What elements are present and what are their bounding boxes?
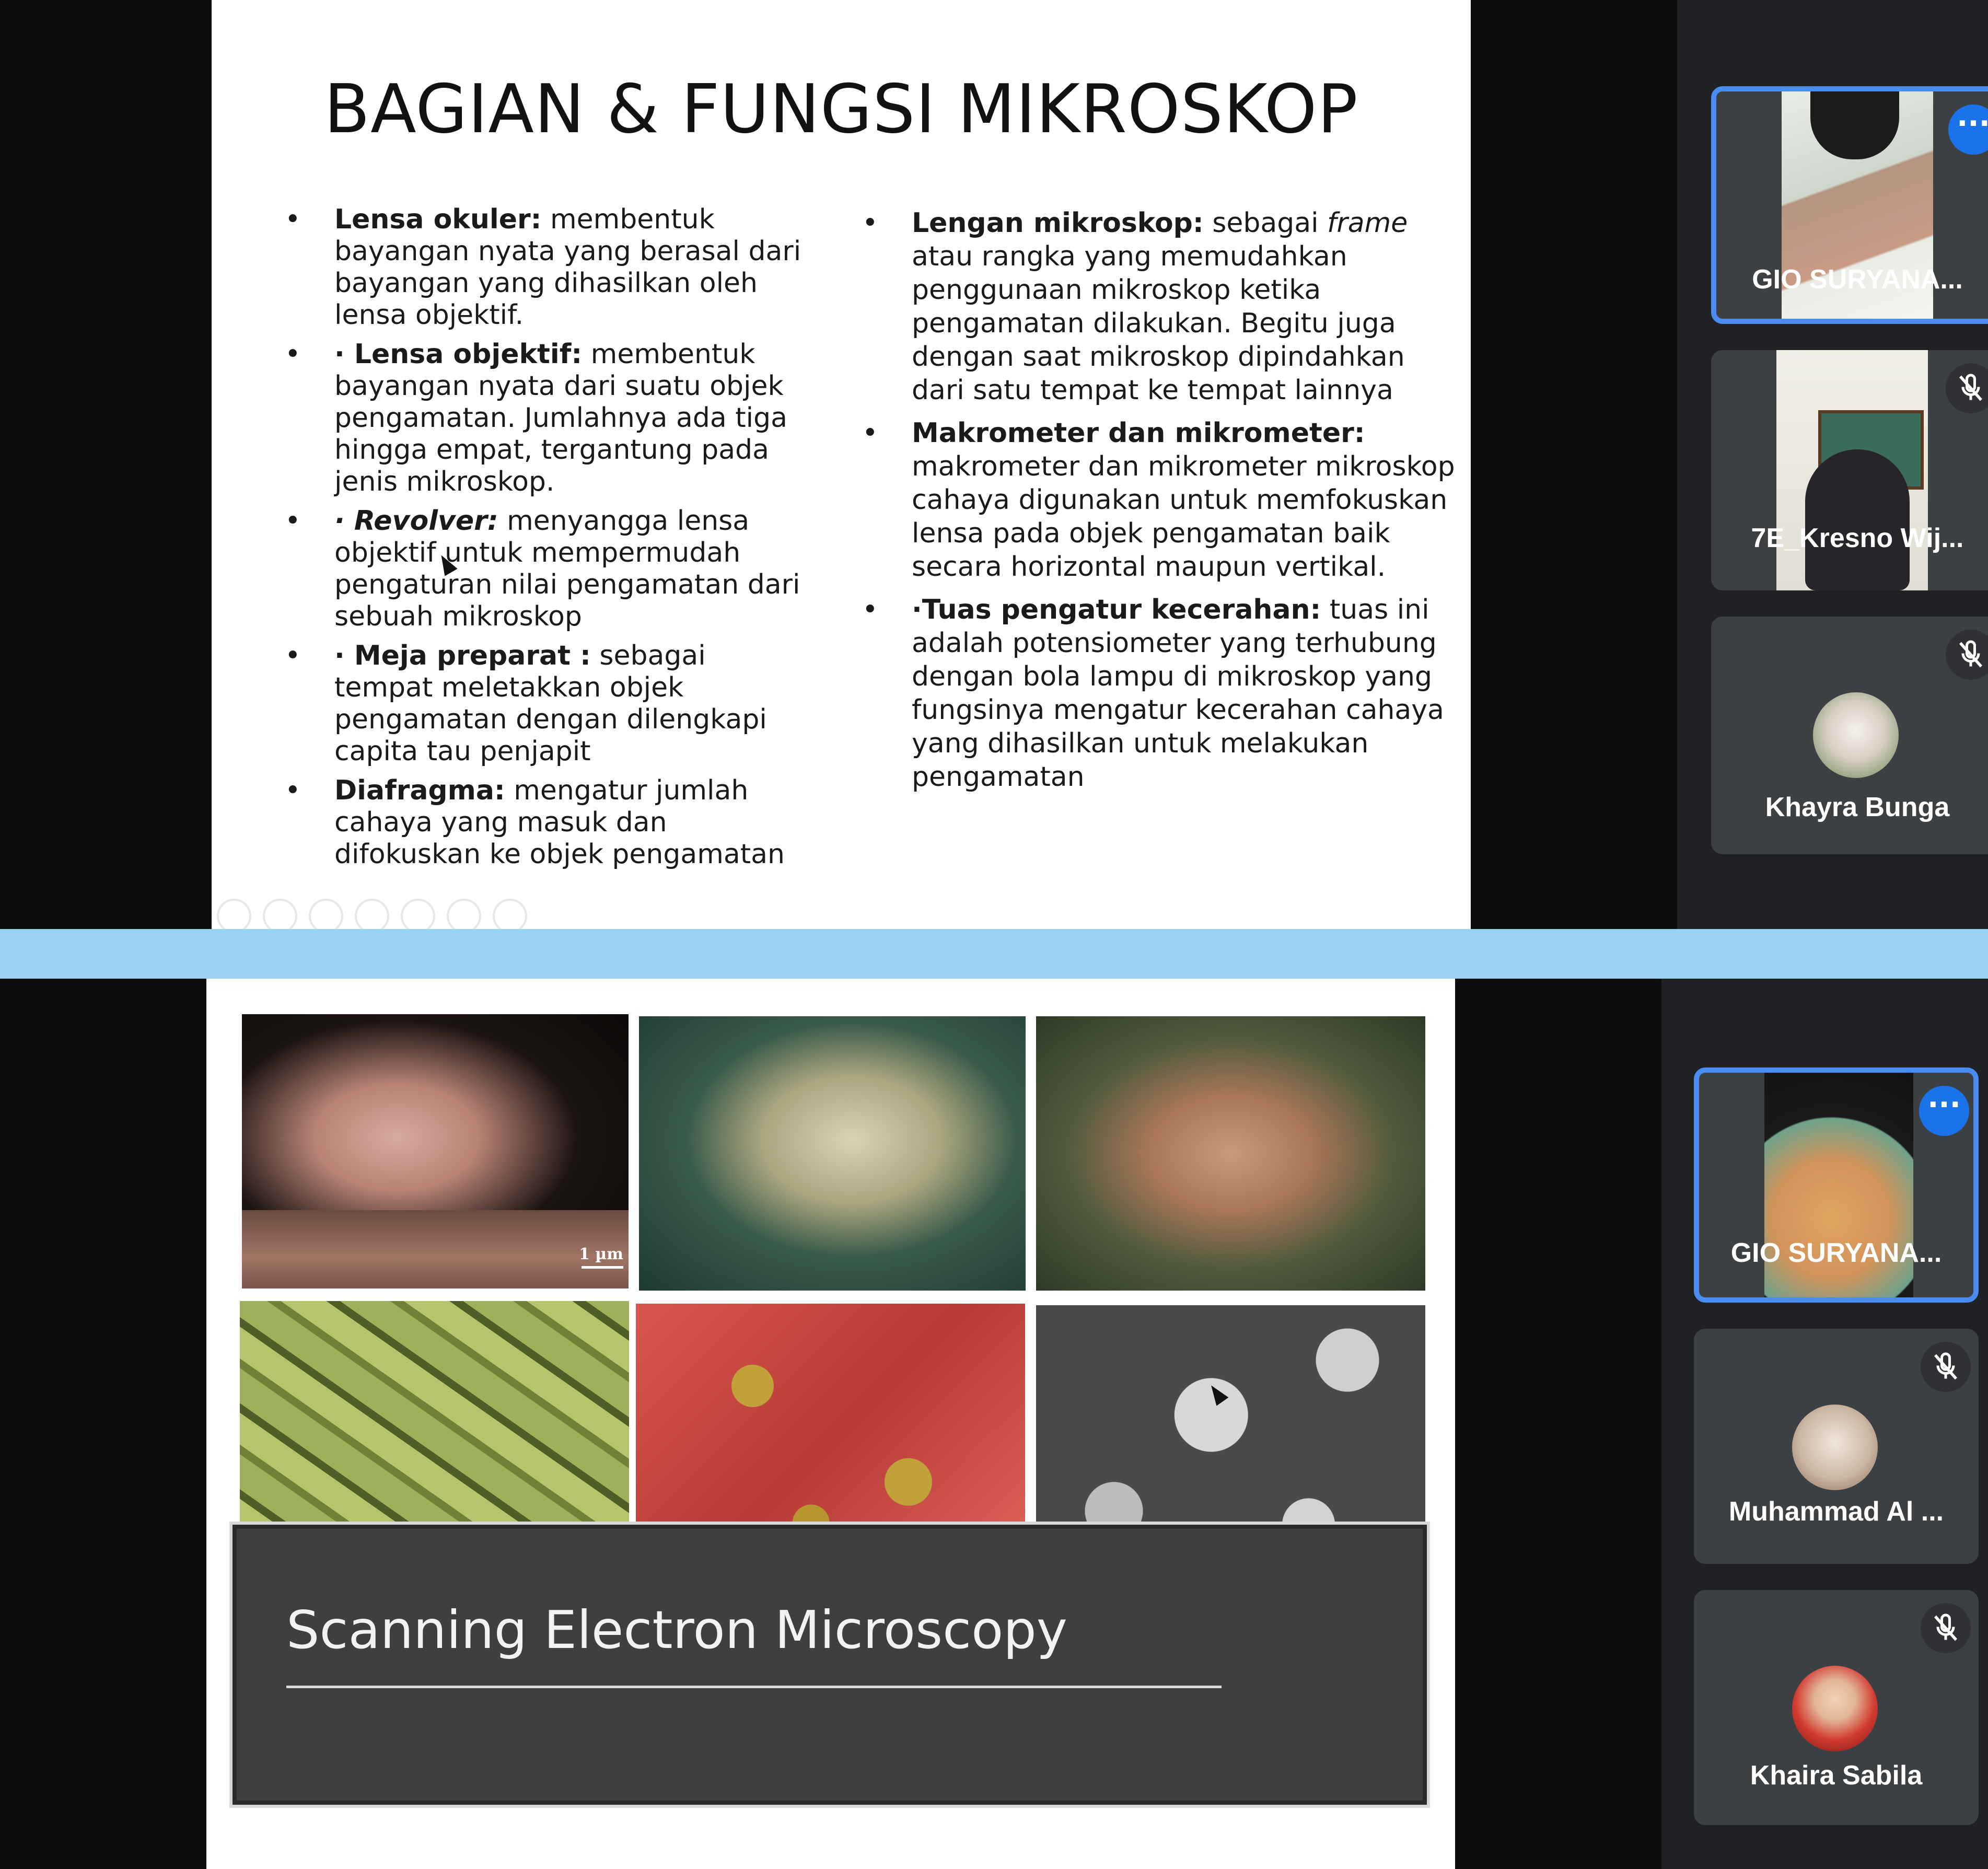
subtitles-icon[interactable] (447, 899, 481, 929)
list-item: • Makrometer dan mikrometer: makrometer … (862, 416, 1458, 584)
previous-slide-icon[interactable] (217, 899, 251, 929)
list-item: • Lensa okuler: membentuk bayangan nyata… (285, 204, 807, 331)
participant-tile[interactable]: Khaira Sabila (1694, 1590, 1979, 1825)
participant-name: GIO SURYANA... (1752, 264, 1963, 295)
list-item: • Lengan mikroskop: sebagai frame atau r… (862, 206, 1458, 407)
title-underline (286, 1686, 1222, 1688)
bullet-icon: • (285, 640, 301, 671)
bullet-icon: • (285, 204, 301, 235)
presentation-slide-microscope-parts: BAGIAN & FUNGSI MIKROSKOP • Lensa okuler… (212, 0, 1471, 929)
slide-title: BAGIAN & FUNGSI MIKROSKOP (324, 71, 1358, 148)
term: · Lensa objektif: (334, 339, 583, 370)
term: · Revolver: (334, 505, 498, 537)
participant-name: Muhammad Al ... (1728, 1496, 1944, 1527)
avatar (1813, 692, 1899, 778)
term: · Meja preparat : (334, 640, 591, 671)
bullet-icon: • (862, 594, 878, 625)
slide-title: Scanning Electron Microscopy (286, 1599, 1067, 1661)
avatar (1792, 1404, 1878, 1490)
bullet-icon: • (862, 207, 878, 239)
list-item: • · Meja preparat : sebagai tempat melet… (285, 640, 807, 768)
more-options-icon[interactable]: ··· (1948, 105, 1988, 155)
meeting-view-bottom: 1 µm Scanning Electron Microscopy ··· GI… (0, 979, 1988, 1869)
scale-bar (582, 1266, 623, 1269)
avatar (1792, 1666, 1878, 1751)
list-item: • ·Tuas pengatur kecerahan: tuas ini ada… (862, 593, 1458, 794)
mic-off-icon (1946, 630, 1988, 680)
bullet-icon: • (285, 775, 301, 806)
description-prefix: sebagai (1203, 207, 1328, 239)
participant-tile[interactable]: ··· GIO SURYANA... (1711, 86, 1988, 324)
mic-off-icon (1921, 1342, 1971, 1392)
term: ·Tuas pengatur kecerahan: (912, 594, 1321, 625)
right-column: • Lengan mikroskop: sebagai frame atau r… (862, 206, 1458, 803)
participant-name: Khayra Bunga (1765, 792, 1950, 822)
participant-name: 7E_Kresno Wij... (1751, 523, 1964, 553)
description: makrometer dan mikrometer mikroskop caha… (912, 451, 1455, 583)
pen-icon[interactable] (309, 899, 343, 929)
participant-name: Khaira Sabila (1750, 1760, 1923, 1791)
sem-image-mite-top-view (1036, 1016, 1425, 1291)
left-column: • Lensa okuler: membentuk bayangan nyata… (285, 204, 807, 878)
description: atau rangka yang memudahkan penggunaan m… (912, 241, 1405, 406)
next-slide-icon[interactable] (263, 899, 297, 929)
term: Diafragma: (334, 775, 505, 806)
hair-shape (1810, 91, 1899, 159)
participant-tile[interactable]: Muhammad Al ... (1694, 1329, 1979, 1564)
term: Lengan mikroskop: (912, 207, 1204, 239)
person-shape (1805, 449, 1910, 590)
participant-name: GIO SURYANA... (1730, 1238, 1942, 1268)
list-item: • · Revolver: menyangga lensa objektif u… (285, 505, 807, 633)
term: Lensa okuler: (334, 204, 542, 235)
participant-video (1776, 350, 1928, 590)
more-icon[interactable] (493, 899, 527, 929)
mic-off-icon (1921, 1603, 1971, 1653)
participants-sidebar: ··· GIO SURYANA... Muhammad Al ... Khair… (1661, 979, 1988, 1869)
meeting-view-top: BAGIAN & FUNGSI MIKROSKOP • Lensa okuler… (0, 0, 1988, 929)
more-options-icon[interactable]: ··· (1919, 1086, 1969, 1136)
slide-title-banner: Scanning Electron Microscopy (232, 1525, 1427, 1805)
sem-image-dust-mite (639, 1016, 1026, 1291)
list-item: • · Lensa objektif: membentuk bayangan n… (285, 339, 807, 498)
substrate-shape (242, 1210, 629, 1288)
zoom-icon[interactable] (401, 899, 435, 929)
participants-sidebar: ··· GIO SURYANA... 7E_Kresno Wij... Khay… (1677, 0, 1988, 929)
participant-tile[interactable]: Khayra Bunga (1711, 617, 1988, 854)
bullet-icon: • (285, 505, 301, 537)
participant-tile[interactable]: ··· GIO SURYANA... (1694, 1067, 1979, 1303)
slide-toolbar (217, 899, 527, 929)
slides-grid-icon[interactable] (355, 899, 389, 929)
participant-tile[interactable]: 7E_Kresno Wij... (1711, 350, 1988, 590)
description-italic: frame (1327, 207, 1408, 239)
term: Makrometer dan mikrometer: (912, 417, 1365, 449)
scale-label: 1 µm (578, 1245, 623, 1263)
sem-image-bacteria-cluster: 1 µm (242, 1014, 629, 1288)
bullet-icon: • (862, 417, 878, 449)
bullet-icon: • (285, 339, 301, 370)
screenshot-divider (0, 929, 1988, 979)
list-item: • Diafragma: mengatur jumlah cahaya yang… (285, 775, 807, 870)
mic-off-icon (1946, 363, 1988, 413)
